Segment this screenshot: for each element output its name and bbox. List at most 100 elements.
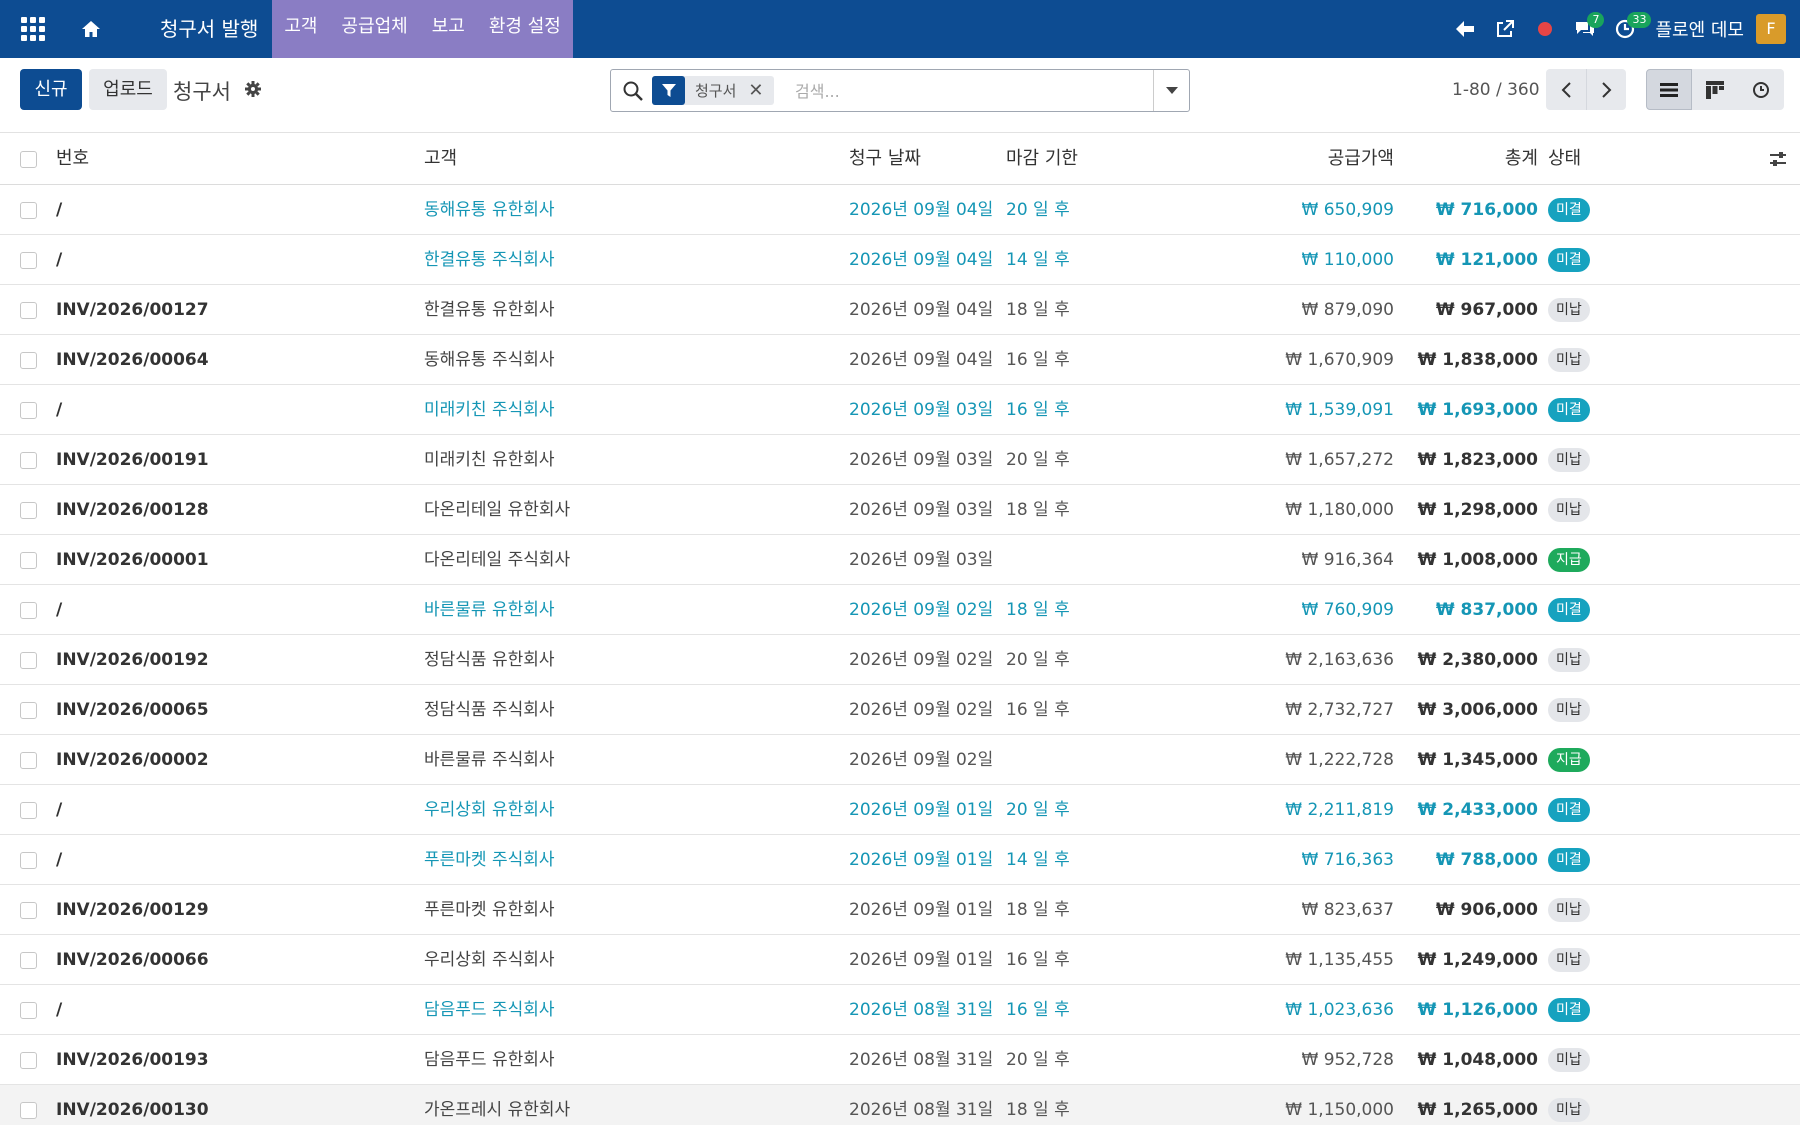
table-row[interactable]: / 한결유통 주식회사 2026년 09월 04일 14 일 후 ₩ 110,000 ₩ … xyxy=(0,235,1800,285)
table-row[interactable]: INV/2026/00127 한결유통 유한회사 2026년 09월 04일 18 일… xyxy=(0,285,1800,335)
row-checkbox[interactable] xyxy=(20,252,37,269)
app-title[interactable]: 청구서 발행 xyxy=(116,0,272,58)
invoice-number-cell: INV/2026/00193 xyxy=(56,1050,209,1070)
activity-view-button[interactable] xyxy=(1738,69,1784,110)
untaxed-amount-cell: ₩ 1,670,909 xyxy=(1285,350,1394,370)
table-row[interactable]: INV/2026/00192 정담식품 유한회사 2026년 09월 02일 20 일… xyxy=(0,635,1800,685)
record-dot-icon[interactable] xyxy=(1525,0,1565,58)
invoice-number-cell: / xyxy=(56,400,63,420)
optional-columns-icon[interactable] xyxy=(1768,149,1788,169)
status-cell: 미납 xyxy=(1548,485,1668,535)
invoice-date-cell: 2026년 09월 04일 xyxy=(849,250,994,270)
row-checkbox[interactable] xyxy=(20,502,37,519)
column-header-invoice-date[interactable]: 청구 날짜 xyxy=(849,133,999,185)
due-date-cell: 16 일 후 xyxy=(1006,950,1070,970)
table-row[interactable]: INV/2026/00065 정담식품 주식회사 2026년 09월 02일 16 일… xyxy=(0,685,1800,735)
back-arrow-icon[interactable] xyxy=(1445,0,1485,58)
status-badge: 미납 xyxy=(1548,1048,1590,1072)
row-checkbox[interactable] xyxy=(20,202,37,219)
table-row[interactable]: / 담음푸드 주식회사 2026년 08월 31일 16 일 후 ₩ 1,023,636… xyxy=(0,985,1800,1035)
menu-vendors[interactable]: 공급업체 xyxy=(329,0,420,58)
total-amount-cell: ₩ 1,823,000 xyxy=(1417,450,1538,470)
menu-configuration[interactable]: 환경 설정 xyxy=(476,0,573,58)
new-button[interactable]: 신규 xyxy=(20,69,82,110)
select-all-checkbox[interactable] xyxy=(20,151,37,168)
home-icon[interactable] xyxy=(66,0,116,58)
invoice-number-cell: / xyxy=(56,1000,63,1020)
row-checkbox[interactable] xyxy=(20,1052,37,1069)
table-row[interactable]: INV/2026/00064 동해유통 주식회사 2026년 09월 04일 16 일… xyxy=(0,335,1800,385)
pager-next-button[interactable] xyxy=(1586,69,1626,110)
column-header-status[interactable]: 상태 xyxy=(1548,133,1668,185)
company-switcher[interactable]: 플로엔 데모 xyxy=(1645,16,1756,42)
row-checkbox[interactable] xyxy=(20,302,37,319)
row-checkbox[interactable] xyxy=(20,652,37,669)
column-header-total[interactable]: 총계 xyxy=(1400,133,1538,185)
table-row[interactable]: INV/2026/00193 담음푸드 유한회사 2026년 08월 31일 20 일… xyxy=(0,1035,1800,1085)
total-amount-cell: ₩ 2,380,000 xyxy=(1417,650,1538,670)
row-checkbox[interactable] xyxy=(20,902,37,919)
list-view-button[interactable] xyxy=(1646,69,1692,110)
table-row[interactable]: INV/2026/00130 가온프레시 유한회사 2026년 08월 31일 18 … xyxy=(0,1085,1800,1125)
search-input[interactable] xyxy=(795,78,1155,104)
table-row[interactable]: INV/2026/00129 푸른마켓 유한회사 2026년 09월 01일 18 일… xyxy=(0,885,1800,935)
gear-icon[interactable] xyxy=(244,80,262,103)
status-cell: 미납 xyxy=(1548,285,1668,335)
status-cell: 미납 xyxy=(1548,1085,1668,1125)
external-link-icon[interactable] xyxy=(1485,0,1525,58)
invoice-date-cell: 2026년 09월 03일 xyxy=(849,500,994,520)
untaxed-amount-cell: ₩ 760,909 xyxy=(1301,600,1394,620)
upload-button[interactable]: 업로드 xyxy=(89,69,167,110)
kanban-view-button[interactable] xyxy=(1692,69,1738,110)
list-view-icon xyxy=(1660,82,1678,97)
total-amount-cell: ₩ 2,433,000 xyxy=(1417,800,1538,820)
kanban-view-icon xyxy=(1706,80,1724,99)
pager-previous-button[interactable] xyxy=(1546,69,1586,110)
status-cell: 미결 xyxy=(1548,985,1668,1035)
row-checkbox[interactable] xyxy=(20,602,37,619)
customer-cell: 바른물류 유한회사 xyxy=(424,600,555,620)
menu-reporting[interactable]: 보고 xyxy=(419,0,477,58)
column-header-number[interactable]: 번호 xyxy=(56,133,416,185)
total-amount-cell: ₩ 1,249,000 xyxy=(1417,950,1538,970)
row-checkbox[interactable] xyxy=(20,452,37,469)
activities-clock-icon[interactable]: 33 xyxy=(1605,0,1652,58)
column-header-due-date[interactable]: 마감 기한 xyxy=(1006,133,1156,185)
list-header: 번호 고객 청구 날짜 마감 기한 공급가액 총계 상태 xyxy=(0,133,1800,185)
pager-value[interactable]: 1-80 / 360 xyxy=(1452,80,1540,100)
row-checkbox[interactable] xyxy=(20,752,37,769)
search-facet: 청구서 ✕ xyxy=(652,76,774,105)
table-row[interactable]: INV/2026/00001 다온리테일 주식회사 2026년 09월 03일 ₩ 9… xyxy=(0,535,1800,585)
row-checkbox[interactable] xyxy=(20,1002,37,1019)
row-checkbox[interactable] xyxy=(20,552,37,569)
table-row[interactable]: / 바른물류 유한회사 2026년 09월 02일 18 일 후 ₩ 760,909 ₩ … xyxy=(0,585,1800,635)
column-header-untaxed[interactable]: 공급가액 xyxy=(1196,133,1394,185)
invoice-number-cell: INV/2026/00191 xyxy=(56,450,209,470)
column-header-customer[interactable]: 고객 xyxy=(424,133,834,185)
table-row[interactable]: / 푸른마켓 주식회사 2026년 09월 01일 14 일 후 ₩ 716,363 ₩ … xyxy=(0,835,1800,885)
table-row[interactable]: INV/2026/00002 바른물류 주식회사 2026년 09월 02일 ₩ 1,… xyxy=(0,735,1800,785)
untaxed-amount-cell: ₩ 952,728 xyxy=(1301,1050,1394,1070)
menu-customers[interactable]: 고객 xyxy=(272,0,330,58)
table-row[interactable]: INV/2026/00191 미래키친 유한회사 2026년 09월 03일 20 일… xyxy=(0,435,1800,485)
customer-cell: 정담식품 유한회사 xyxy=(424,650,555,670)
table-row[interactable]: / 우리상회 유한회사 2026년 09월 01일 20 일 후 ₩ 2,211,819… xyxy=(0,785,1800,835)
search-options-toggle[interactable] xyxy=(1153,70,1189,111)
table-row[interactable]: INV/2026/00128 다온리테일 유한회사 2026년 09월 03일 18 … xyxy=(0,485,1800,535)
table-row[interactable]: / 미래키친 주식회사 2026년 09월 03일 16 일 후 ₩ 1,539,091… xyxy=(0,385,1800,435)
facet-remove-icon[interactable]: ✕ xyxy=(748,80,773,101)
table-row[interactable]: INV/2026/00066 우리상회 주식회사 2026년 09월 01일 16 일… xyxy=(0,935,1800,985)
row-checkbox[interactable] xyxy=(20,352,37,369)
row-checkbox[interactable] xyxy=(20,802,37,819)
row-checkbox[interactable] xyxy=(20,1102,37,1119)
row-checkbox[interactable] xyxy=(20,402,37,419)
total-amount-cell: ₩ 716,000 xyxy=(1435,200,1538,220)
invoice-number-cell: / xyxy=(56,800,63,820)
row-checkbox[interactable] xyxy=(20,952,37,969)
messages-icon[interactable]: 7 xyxy=(1565,0,1605,58)
apps-menu-icon[interactable] xyxy=(0,0,66,58)
table-row[interactable]: / 동해유통 유한회사 2026년 09월 04일 20 일 후 ₩ 650,909 ₩ … xyxy=(0,185,1800,235)
user-avatar[interactable]: F xyxy=(1756,14,1786,44)
row-checkbox[interactable] xyxy=(20,702,37,719)
row-checkbox[interactable] xyxy=(20,852,37,869)
